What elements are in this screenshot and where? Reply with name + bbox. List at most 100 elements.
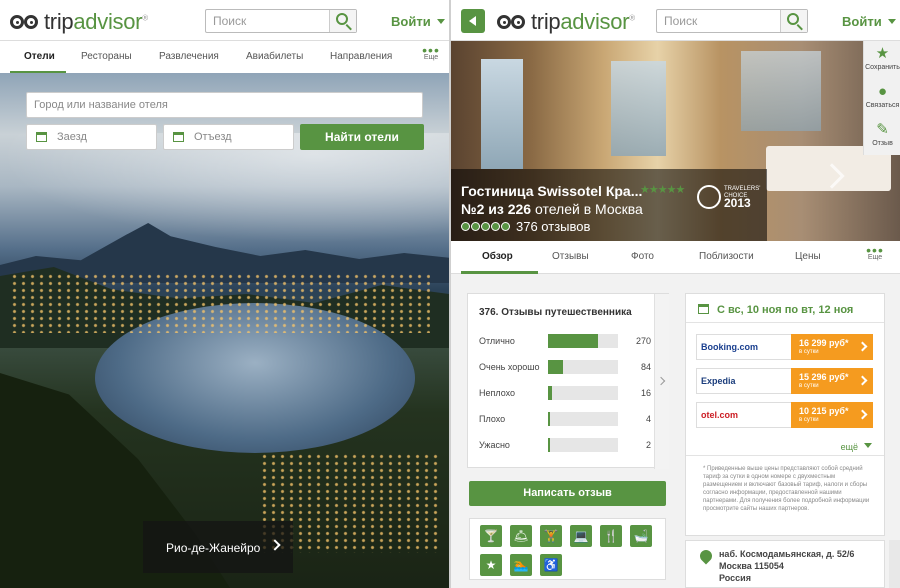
reviews-count: 376 отзывов [516,219,591,234]
vendor-booking[interactable]: Booking.com 16 299 руб* в сутки [696,334,873,360]
search-input[interactable]: Поиск [656,9,808,33]
rating-bar [548,334,618,348]
rating-bubbles-icon [461,219,511,234]
rating-count: 270 [635,336,651,346]
hotel-rating[interactable]: 376 отзывов [461,219,590,234]
tab-restaurants[interactable]: Рестораны [81,51,132,62]
rating-count: 2 [645,440,651,450]
find-hotels-button[interactable]: Найти отели [300,124,424,150]
star-icon: ★ [480,554,502,576]
stay-dates[interactable]: С вс, 10 ноя по вт, 12 ноя [698,303,853,316]
price-unit: в сутки [799,383,819,389]
price-unit: в сутки [799,349,819,355]
rating-count: 4 [645,414,651,424]
rating-bubble [501,222,510,231]
hotel-photo[interactable]: Гостиница Swissotel Кра... ★★★★★ №2 из 2… [451,41,900,241]
divider [686,455,884,456]
tab-reviews[interactable]: Отзывы [552,251,589,262]
accessible-icon: ♿ [540,554,562,576]
rating-label: Неплохо [479,388,516,398]
tab-attractions[interactable]: Развлечения [159,51,219,62]
tab-hotels[interactable]: Отели [24,51,55,62]
hotel-stars: ★★★★★ [640,184,685,196]
price-button[interactable]: 16 299 руб* в сутки [791,334,873,360]
stay-dates-label: С вс, 10 ноя по вт, 12 ноя [717,304,854,316]
checkin-label: Заезд [57,131,87,143]
brand-trip: trip [44,9,74,34]
tripadvisor-logo[interactable]: tripadvisor® [497,9,635,35]
login-button[interactable]: Войти [842,14,896,29]
more-menu[interactable]: ••• Еще [861,243,889,261]
tab-prices[interactable]: Цены [795,251,821,262]
category-tabs: Отели Рестораны Развлечения Авиабилеты Н… [0,41,449,74]
calendar-icon [36,132,47,142]
checkout-field[interactable]: Отъезд [163,124,294,150]
hotel-tabs: Обзор Отзывы Фото Поблизости Цены ••• Еще [451,241,900,274]
price-value: 15 296 руб* [799,372,849,382]
person-icon: ● [877,83,888,100]
rating-bar-fill [548,360,563,374]
vendor-hotels[interactable]: otel.com 10 215 руб* в сутки [696,402,873,428]
price-button[interactable]: 10 215 руб* в сутки [791,402,873,428]
rating-row: Отлично 270 [479,334,651,348]
top-bar: tripadvisor® Поиск Войти [0,0,449,41]
window [741,51,821,131]
login-button[interactable]: Войти [391,14,445,29]
save-button[interactable]: ★ Сохранить [864,45,900,72]
rating-label: Ужасно [479,440,510,450]
tab-nearby[interactable]: Поблизости [699,251,754,262]
rating-label: Плохо [479,414,506,424]
bar-icon: 🍸 [480,525,502,547]
top-bar: tripadvisor® Поиск Войти [451,0,900,41]
checkin-field[interactable]: Заезд [26,124,157,150]
brand-trip: trip [531,9,561,34]
rating-count: 84 [640,362,651,372]
rating-bar-fill [548,334,598,348]
star-icon: ★ [875,45,890,62]
window [481,59,523,169]
hotel-address: наб. Космодамьянская, д. 52/6 Москва 115… [719,548,854,584]
back-button[interactable] [461,9,485,33]
tab-flights[interactable]: Авиабилеты [246,51,303,62]
search-icon [336,13,348,25]
save-label: Сохранить [865,64,900,71]
more-menu[interactable]: ••• Еще [417,42,445,61]
brand-advisor: advisor [560,9,630,34]
prices-card: С вс, 10 ноя по вт, 12 ноя Booking.com 1… [685,293,885,536]
chevron-right-icon[interactable] [654,294,669,469]
destination-photo [0,73,449,588]
pool-icon: 🏊 [510,554,532,576]
address-line1: наб. Космодамьянская, д. 52/6 [719,549,855,559]
travelers-choice-badge: TRAVELERS' CHOICE 2013 [697,185,760,215]
login-label: Войти [842,14,882,29]
address-card[interactable]: наб. Космодамьянская, д. 52/6 Москва 115… [685,540,885,588]
chevron-down-icon [887,19,896,24]
rating-row: Очень хорошо 84 [479,360,651,374]
destination-name: Рио-де-Жанейро [166,541,261,555]
pencil-icon: ✎ [876,121,889,138]
city-search-field[interactable]: Город или название отеля [26,92,423,118]
tab-destinations[interactable]: Направления [330,51,392,62]
hotel-name: Гостиница Swissotel Кра... [461,183,643,199]
destination-caption[interactable]: Рио-де-Жанейро [143,521,293,573]
review-button[interactable]: ✎ Отзыв [864,121,900,148]
tripadvisor-logo[interactable]: tripadvisor® [10,9,148,35]
search-input[interactable]: Поиск [205,9,357,33]
vendor-expedia[interactable]: Expedia 15 296 руб* в сутки [696,368,873,394]
hotel-screen: tripadvisor® Поиск Войти Гостиница Swiss… [451,0,900,588]
write-review-button[interactable]: Написать отзыв [469,481,666,506]
tab-overview[interactable]: Обзор [482,251,513,262]
more-prices-link[interactable]: ещё [841,442,872,452]
search-placeholder: Поиск [213,14,247,28]
price-button[interactable]: 15 296 руб* в сутки [791,368,873,394]
scrollbar[interactable] [889,540,900,588]
amenities-card: 🍸 🛎 🏋 💻 🍴 🛁 ★ 🏊 ♿ [469,518,666,580]
more-dots-icon: ••• [422,42,440,58]
rank-suffix: отелей в Москва [531,201,643,217]
contact-button[interactable]: ● Связаться [864,83,900,110]
reviews-card[interactable]: 376. Отзывы путешественника Отлично 270 О… [467,293,669,469]
tab-photos[interactable]: Фото [631,251,654,262]
more-label: Еще [423,54,439,61]
search-button[interactable] [780,10,807,32]
search-button[interactable] [329,10,356,32]
